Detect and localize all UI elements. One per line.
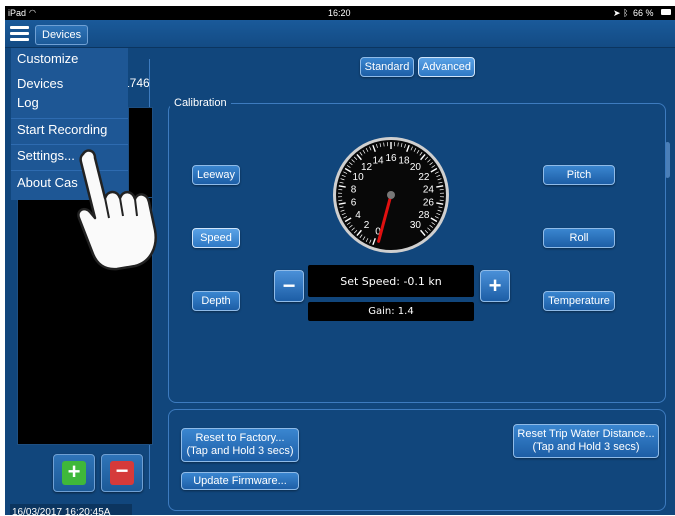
gauge-label: 24	[423, 184, 435, 195]
remove-device-button[interactable]: −	[101, 454, 143, 492]
pitch-button[interactable]: Pitch	[543, 165, 615, 185]
gauge-label: 14	[372, 155, 384, 166]
gauge-label: 10	[353, 172, 365, 183]
menu-item-devices[interactable]: Devices	[17, 76, 63, 91]
gauge-label: 30	[410, 220, 422, 231]
reset-trip-hint: (Tap and Hold 3 secs)	[532, 441, 640, 453]
calibration-title: Calibration	[170, 97, 231, 109]
add-device-button[interactable]: +	[53, 454, 95, 492]
gauge-label: 22	[418, 172, 430, 183]
temperature-button[interactable]: Temperature	[543, 291, 615, 311]
gauge-label: 4	[355, 210, 361, 221]
speed-gauge: 02468101214 16 18202224262830	[333, 137, 449, 253]
menu-divider	[11, 118, 128, 119]
minus-icon: −	[110, 460, 134, 485]
gauge-label: 6	[351, 198, 357, 209]
gauge-label: 8	[351, 184, 357, 195]
set-speed-readout: Set Speed: -0.1 kn	[308, 265, 474, 297]
depth-button[interactable]: Depth	[192, 291, 240, 311]
increase-speed-button[interactable]: +	[480, 270, 510, 302]
roll-button[interactable]: Roll	[543, 228, 615, 248]
speed-button[interactable]: Speed	[192, 228, 240, 248]
gauge-label: 16	[385, 153, 397, 164]
tab-standard[interactable]: Standard	[360, 57, 414, 77]
gauge-label: 18	[398, 155, 410, 166]
gain-readout: Gain: 1.4	[308, 302, 474, 321]
status-bar: iPad ◠ 16:20 ➤ ᛒ 66 %	[5, 6, 675, 20]
tab-advanced[interactable]: Advanced	[418, 57, 475, 77]
hamburger-menu-icon[interactable]	[10, 26, 29, 41]
menu-item-customize[interactable]: Customize	[17, 51, 78, 66]
menu-item-start-recording[interactable]: Start Recording	[17, 122, 107, 137]
reset-factory-button[interactable]: Reset to Factory... (Tap and Hold 3 secs…	[181, 428, 299, 462]
app-screen: iPad ◠ 16:20 ➤ ᛒ 66 % Devices 1746 + − S…	[5, 6, 675, 515]
devices-button[interactable]: Devices	[35, 25, 89, 45]
plus-icon: +	[62, 461, 86, 485]
reset-factory-hint: (Tap and Hold 3 secs)	[186, 445, 294, 457]
gauge-label: 2	[364, 220, 370, 231]
wifi-icon: ◠	[29, 8, 36, 17]
timestamp-footer: 16/03/2017 16:20:45A	[10, 504, 132, 515]
update-firmware-button[interactable]: Update Firmware...	[181, 472, 299, 490]
leeway-button[interactable]: Leeway	[192, 165, 240, 185]
gauge-label: 26	[423, 198, 435, 209]
clock: 16:20	[328, 8, 351, 18]
gauge-hub	[387, 191, 395, 199]
pointing-hand-icon	[77, 149, 157, 271]
decrease-speed-button[interactable]: −	[274, 270, 304, 302]
reset-factory-label: Reset to Factory...	[195, 432, 285, 444]
location-icon: ➤	[613, 8, 621, 18]
menu-divider	[11, 144, 128, 145]
reset-trip-label: Reset Trip Water Distance...	[517, 428, 655, 440]
device-name: iPad	[8, 8, 27, 18]
bluetooth-icon: ᛒ	[623, 8, 629, 18]
gauge-label: 12	[361, 162, 373, 173]
menu-item-log[interactable]: Log	[17, 95, 39, 110]
reset-trip-distance-button[interactable]: Reset Trip Water Distance... (Tap and Ho…	[513, 424, 659, 458]
battery-level: 66 %	[633, 8, 654, 18]
navigation-bar: Devices	[5, 20, 675, 48]
battery-icon	[661, 9, 671, 15]
